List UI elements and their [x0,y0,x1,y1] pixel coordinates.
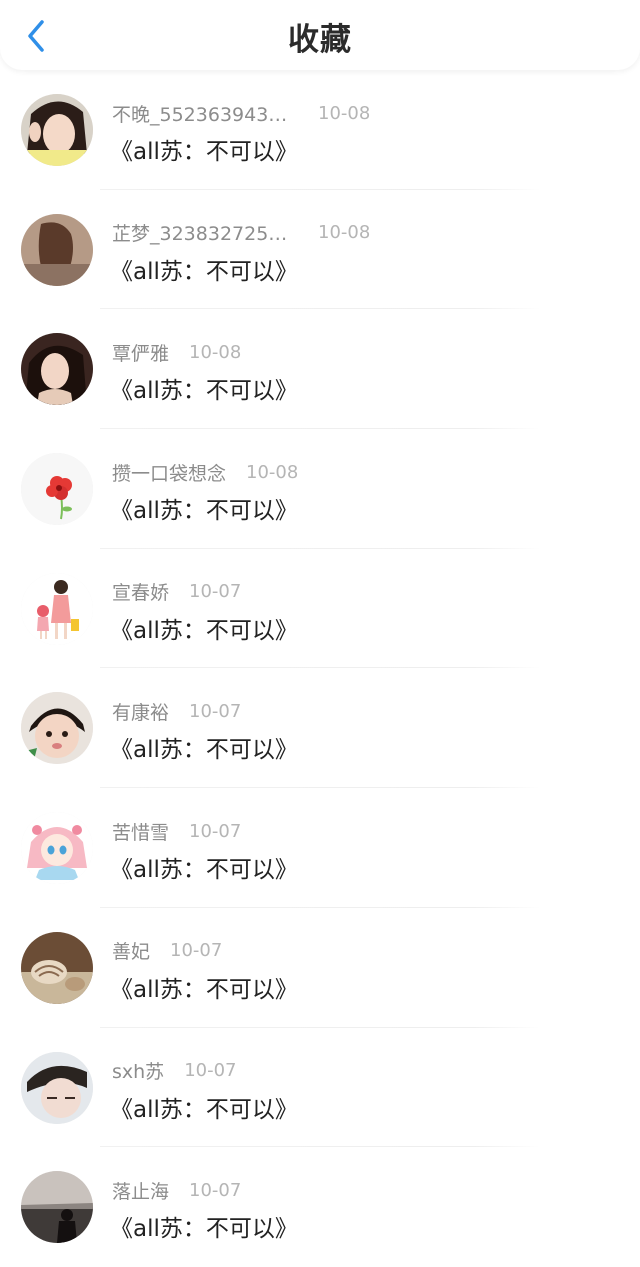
timestamp: 10-08 [318,102,371,124]
favorite-content[interactable]: 《all苏：不可以》 [110,252,298,286]
list-item[interactable]: sxh苏 10-07 《all苏：不可以》 [0,1028,640,1148]
favorite-content[interactable]: 《all苏：不可以》 [110,1209,298,1243]
user-name: 不晚_5523639438... [112,103,298,126]
timestamp: 10-07 [189,820,242,842]
favorite-content[interactable]: 《all苏：不可以》 [110,371,298,405]
timestamp: 10-07 [184,1060,237,1081]
timestamp: 10-08 [318,222,371,244]
favorite-content[interactable]: 《all苏：不可以》 [110,611,298,645]
user-name: 覃俨雅 [112,342,170,365]
favorite-content[interactable]: 《all苏：不可以》 [110,730,298,764]
list-item[interactable]: 有康裕 10-07 《all苏：不可以》 [0,668,640,789]
user-name: 苦惜雪 [112,821,170,844]
avatar[interactable] [21,692,93,765]
user-name: 宣春娇 [112,582,170,605]
user-name: sxh苏 [112,1061,165,1083]
timestamp: 10-07 [189,1179,242,1201]
avatar[interactable] [21,213,93,286]
timestamp: 10-08 [246,461,299,483]
avatar[interactable] [21,453,93,526]
list-item[interactable]: 攒一口袋想念 10-08 《all苏：不可以》 [0,429,640,549]
avatar[interactable] [21,572,93,645]
timestamp: 10-07 [170,940,223,962]
favorite-content[interactable]: 《all苏：不可以》 [110,850,298,884]
list-item[interactable]: 苦惜雪 10-07 《all苏：不可以》 [0,788,640,908]
favorite-content[interactable]: 《all苏：不可以》 [110,132,298,166]
timestamp: 10-08 [189,341,242,363]
avatar[interactable] [21,931,93,1004]
list-item[interactable]: 覃俨雅 10-08 《all苏：不可以》 [0,309,640,430]
avatar[interactable] [21,1051,93,1124]
user-name: 善妃 [112,941,151,964]
favorite-content[interactable]: 《all苏：不可以》 [110,970,298,1004]
avatar[interactable] [21,812,93,885]
user-name: 有康裕 [112,701,170,724]
timestamp: 10-07 [189,581,242,603]
list-item[interactable]: 宣春娇 10-07 《all苏：不可以》 [0,549,640,669]
avatar[interactable] [21,94,93,166]
favorite-content[interactable]: 《all苏：不可以》 [110,491,298,525]
timestamp: 10-07 [189,700,242,722]
favorites-list: 不晚_5523639438... 10-08 《all苏：不可以》 芷梦_323… [0,70,640,1267]
list-item[interactable]: 善妃 10-07 《all苏：不可以》 [0,908,640,1028]
avatar[interactable] [21,1171,93,1244]
list-item[interactable]: 芷梦_3238327253... 10-08 《all苏：不可以》 [0,190,640,310]
user-name: 攒一口袋想念 [112,462,227,485]
favorite-content[interactable]: 《all苏：不可以》 [110,1090,298,1124]
list-item[interactable]: 不晚_5523639438... 10-08 《all苏：不可以》 [0,70,640,190]
list-item[interactable]: 落止海 10-07 《all苏：不可以》 [0,1147,640,1267]
avatar[interactable] [21,333,93,406]
user-name: 芷梦_3238327253... [112,223,298,246]
page-title: 收藏 [288,22,352,58]
user-name: 落止海 [112,1180,170,1203]
header-bar: 收藏 [0,0,640,70]
